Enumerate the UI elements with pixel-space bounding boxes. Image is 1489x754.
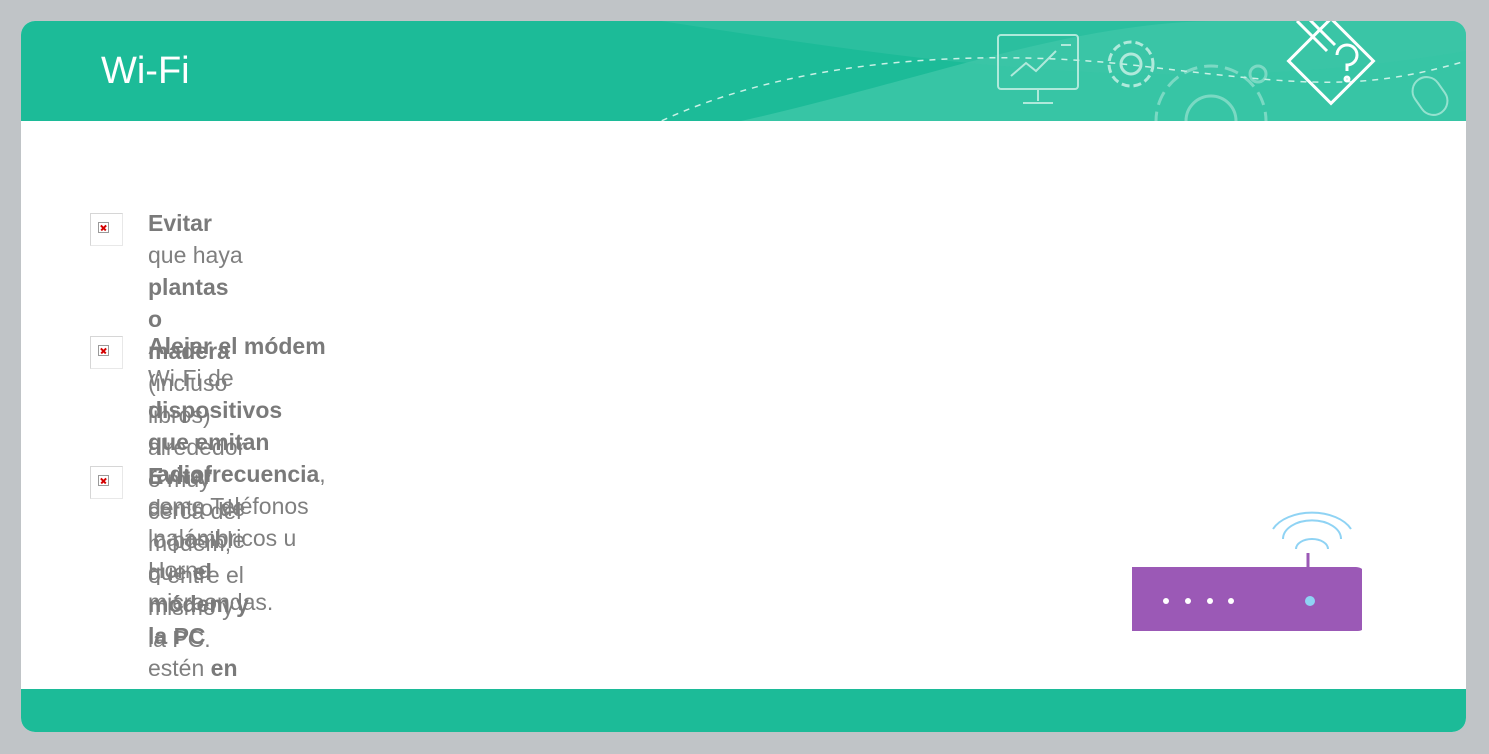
header-banner: Wi-Fi — [21, 21, 1466, 121]
text-span: estén — [148, 655, 211, 681]
page-title: Wi-Fi — [101, 50, 190, 92]
text-span: Wi-Fi de — [148, 365, 234, 391]
wifi-router-icon — [1132, 511, 1362, 631]
bold-text: Evitar — [148, 210, 212, 236]
broken-image-icon — [90, 336, 123, 369]
header-decoration — [659, 21, 1466, 121]
bold-text: Evitar — [148, 463, 212, 489]
footer-bar — [21, 689, 1466, 732]
text-span: que haya — [148, 242, 243, 268]
bold-text: Alejar el módem — [148, 333, 326, 359]
slide: Wi-Fi Evitar que haya plantas o madera (… — [21, 21, 1466, 732]
broken-image-icon — [90, 466, 123, 499]
broken-image-icon — [90, 213, 123, 246]
